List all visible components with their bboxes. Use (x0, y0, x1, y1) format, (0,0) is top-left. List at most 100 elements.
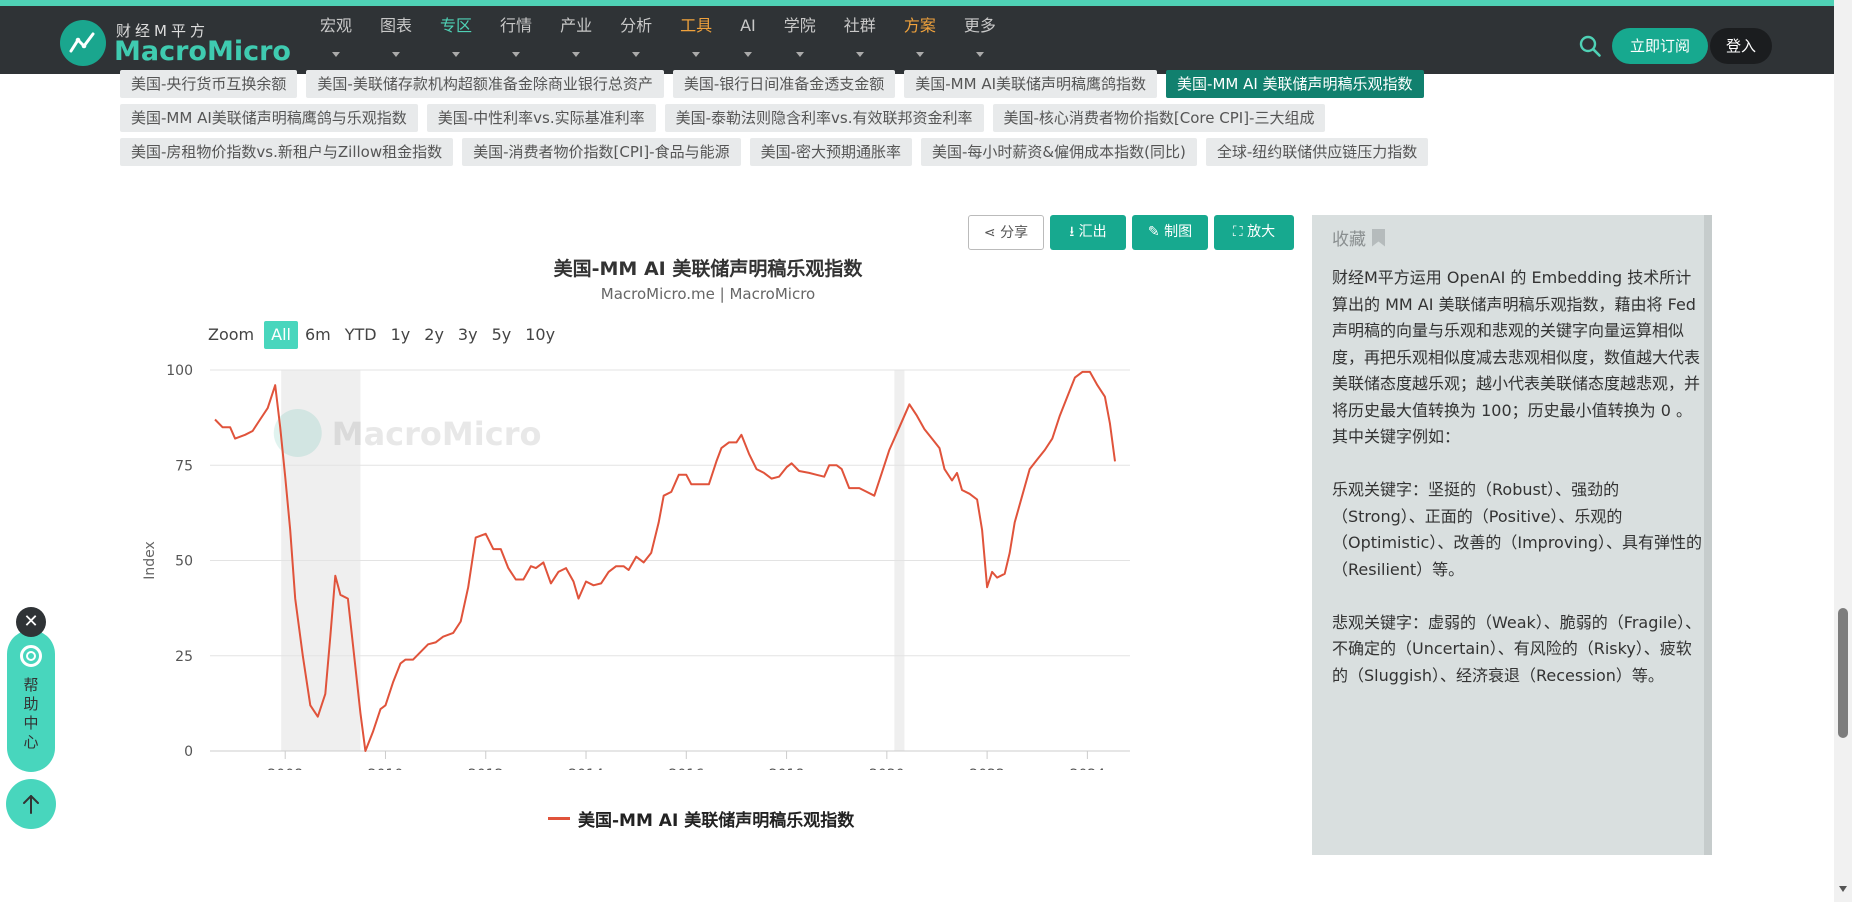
data-point (1088, 370, 1092, 374)
data-point (534, 566, 538, 570)
pencil-icon: ✎ (1147, 224, 1165, 240)
search-icon[interactable] (1578, 34, 1602, 58)
nav-item-5[interactable]: 分析 (606, 6, 666, 74)
nav-item-label: 分析 (620, 16, 653, 35)
chart-tag[interactable]: 美国-银行日间准备金透支金额 (672, 70, 896, 98)
data-point (333, 574, 337, 578)
tag-row: 美国-MM AI美联储声明稿鹰鸽与乐观指数 美国-中性利率vs.实际基准利率 美国-… (120, 104, 1600, 132)
enlarge-button[interactable]: ⛶ 放大 (1214, 215, 1294, 250)
scrollbar-thumb[interactable] (1838, 608, 1848, 738)
nav-item-11[interactable]: 更多 (950, 6, 1010, 74)
nav-item-4[interactable]: 产业 (546, 6, 606, 74)
nav-item-label: 行情 (500, 16, 533, 35)
chart-tag[interactable]: 美国-央行货币互换余额 (120, 70, 298, 98)
chart-tag[interactable]: 美国-密大预期通胀率 (749, 138, 913, 166)
range-button[interactable]: 10y (518, 321, 562, 349)
data-point (955, 471, 959, 475)
nav-item-3[interactable]: 行情 (486, 6, 546, 74)
chart-legend[interactable]: 美国-MM AI 美联储声明稿乐观指数 (548, 806, 854, 831)
chart-tag[interactable]: 美国-美联储存款机构超额准备金除商业银行总资产 (306, 70, 664, 98)
help-center-button[interactable]: 帮助中心 (7, 630, 55, 772)
data-point (491, 547, 495, 551)
data-point (815, 473, 819, 477)
nav-item-2[interactable]: 专区 (426, 6, 486, 74)
subscribe-button[interactable]: 立即订阅 (1612, 28, 1708, 64)
chart-tag[interactable]: 全球-纽约联储供应链压力指数 (1205, 138, 1429, 166)
data-point (358, 711, 362, 715)
data-point (865, 490, 869, 494)
data-point (1035, 458, 1039, 462)
range-button[interactable]: 6m (298, 321, 338, 349)
x-tick-label: 2014 (568, 767, 604, 770)
favorite-button[interactable]: 收藏 (1332, 225, 1385, 250)
nav-item-9[interactable]: 社群 (830, 6, 890, 74)
data-point (378, 707, 382, 711)
data-point (1058, 414, 1062, 418)
data-point (1113, 459, 1117, 463)
data-point (985, 585, 989, 589)
data-point (466, 585, 470, 589)
nav-item-label: 社群 (843, 16, 876, 35)
back-to-top-button[interactable] (6, 779, 56, 829)
data-point (727, 440, 731, 444)
data-point (599, 581, 603, 585)
data-point (411, 658, 415, 662)
logo[interactable]: 财经M平方 MacroMicro (60, 18, 291, 68)
help-close-button[interactable]: ✕ (16, 607, 46, 637)
range-button[interactable]: YTD (338, 321, 384, 349)
data-point (228, 425, 232, 429)
login-button[interactable]: 登入 (1710, 28, 1772, 64)
chart-tag[interactable]: 美国-泰勒法则隐含利率vs.有效联邦资金利率 (664, 104, 984, 132)
data-point (684, 473, 688, 477)
draw-button[interactable]: ✎ 制图 (1132, 215, 1208, 250)
data-point (301, 654, 305, 658)
range-button[interactable]: 1y (384, 321, 418, 349)
chart-tag[interactable]: 美国-消费者物价指数[CPI]-食品与能源 (462, 138, 741, 166)
nav-item-label: 更多 (963, 16, 996, 35)
share-button[interactable]: ⋖ 分享 (968, 215, 1044, 250)
nav-item-7[interactable]: AI (726, 6, 770, 74)
data-point (451, 631, 455, 635)
chevron-down-icon (692, 52, 701, 57)
data-point (622, 564, 626, 568)
data-point (777, 475, 781, 479)
x-tick-label: 2010 (368, 767, 404, 770)
lifebuoy-icon (20, 645, 42, 667)
nav-item-8[interactable]: 学院 (770, 6, 830, 74)
chart-tag[interactable]: 美国-中性利率vs.实际基准利率 (426, 104, 656, 132)
nav-item-0[interactable]: 宏观 (306, 6, 366, 74)
data-point (293, 597, 297, 601)
data-point (571, 579, 575, 583)
nav-item-1[interactable]: 图表 (366, 6, 426, 74)
data-point (506, 566, 510, 570)
data-point (328, 635, 332, 639)
export-button[interactable]: ⭳ 汇出 (1050, 215, 1126, 250)
chart-subtitle: MacroMicro.me | MacroMicro (600, 285, 816, 303)
data-point (847, 486, 851, 490)
chart-tag[interactable]: 美国-MM AI 美联储声明稿乐观指数 (1166, 70, 1424, 98)
x-tick-label: 2012 (468, 767, 504, 770)
y-tick-label: 75 (175, 458, 193, 474)
chart-tag[interactable]: 美国-MM AI美联储声明稿鹰鸽指数 (904, 70, 1158, 98)
chart-tag[interactable]: 美国-MM AI美联储声明稿鹰鸽与乐观指数 (120, 104, 418, 132)
data-point (762, 471, 766, 475)
range-button[interactable]: 2y (417, 321, 451, 349)
data-point (960, 488, 964, 492)
y-tick-label: 50 (175, 554, 193, 570)
nav-item-10[interactable]: 方案 (890, 6, 950, 74)
data-point (827, 463, 831, 467)
scroll-down-arrow[interactable] (1839, 886, 1847, 892)
range-button[interactable]: All (264, 321, 298, 349)
chart-tag[interactable]: 美国-每小时薪资&僱佣成本指数(同比) (921, 138, 1197, 166)
chart-tag[interactable]: 美国-核心消费者物价指数[Core CPI]-三大组成 (992, 104, 1326, 132)
range-button[interactable]: 5y (485, 321, 519, 349)
range-button[interactable]: 3y (451, 321, 485, 349)
data-point (549, 581, 553, 585)
data-point (338, 593, 342, 597)
nav-item-6[interactable]: 工具 (666, 6, 726, 74)
data-point (677, 473, 681, 477)
chart-tag[interactable]: 美国-房租物价指数vs.新租户与Zillow租金指数 (120, 138, 454, 166)
page-scrollbar[interactable] (1834, 0, 1852, 902)
data-point (840, 467, 844, 471)
main-nav: 宏观 图表 专区 行情 产业 分析 工具 AI 学院 社群 方案 更多 (306, 6, 1010, 74)
